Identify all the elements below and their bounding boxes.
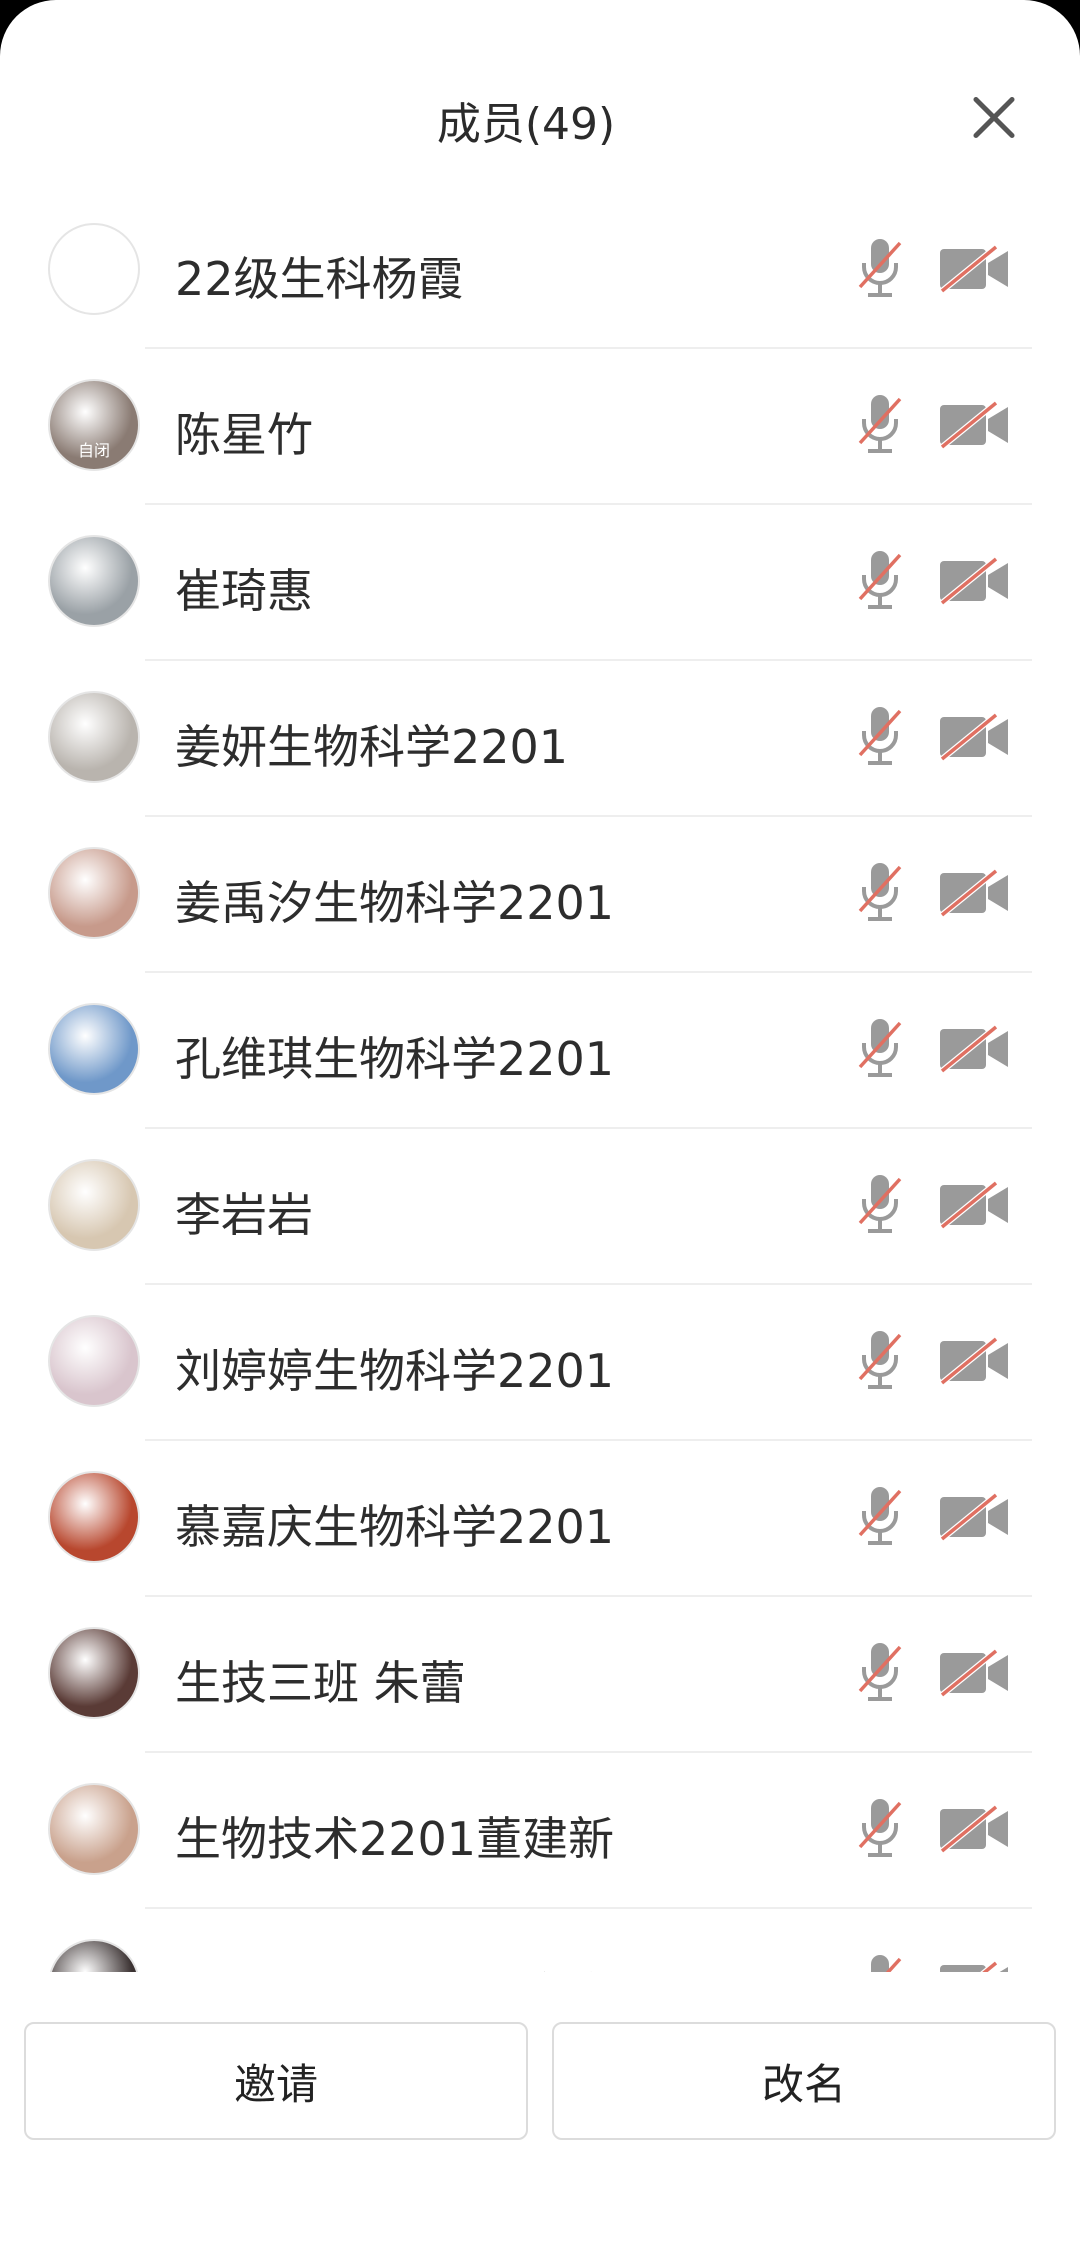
member-name: 姜妍生物科学2201: [175, 720, 569, 774]
member-row[interactable]: 孔维琪生物科学2201: [0, 973, 1080, 1129]
avatar: [48, 1003, 140, 1095]
member-row[interactable]: 崔琦惠: [0, 505, 1080, 661]
camera-off-icon: [938, 1180, 1010, 1230]
member-row[interactable]: 慕嘉庆生物科学2201: [0, 1441, 1080, 1597]
camera-off-icon: [938, 400, 1010, 450]
avatar: [48, 1159, 140, 1251]
camera-off-icon: [938, 1804, 1010, 1854]
invite-button[interactable]: 邀请: [24, 2022, 528, 2140]
camera-off-icon: [938, 1648, 1010, 1698]
member-row[interactable]: 生技三班 朱蕾: [0, 1597, 1080, 1753]
member-row[interactable]: 姜禹汐生物科学2201: [0, 817, 1080, 973]
member-row[interactable]: 生物技术2202张亦文: [0, 1909, 1080, 1973]
member-row[interactable]: 李岩岩: [0, 1129, 1080, 1285]
avatar-tag: 自闭: [77, 441, 110, 460]
member-name: 李岩岩: [175, 1188, 313, 1242]
page-title: 成员(49): [436, 99, 616, 150]
member-name: 崔琦惠: [175, 564, 313, 618]
member-row[interactable]: 刘婷婷生物科学2201: [0, 1285, 1080, 1441]
avatar: [48, 691, 140, 783]
camera-off-icon: [938, 244, 1010, 294]
mic-muted-icon: [858, 237, 902, 299]
rename-button[interactable]: 改名: [552, 2022, 1056, 2140]
camera-off-icon: [938, 556, 1010, 606]
mic-muted-icon: [858, 1953, 902, 1973]
avatar: [48, 223, 140, 315]
camera-off-icon: [938, 1492, 1010, 1542]
mic-muted-icon: [858, 1485, 902, 1547]
member-name: 陈星竹: [175, 408, 313, 462]
member-name: 生物技术2202张亦文: [175, 1959, 614, 1973]
avatar: [48, 535, 140, 627]
avatar: [48, 1627, 140, 1719]
member-name: 生技三班 朱蕾: [175, 1656, 466, 1710]
member-list[interactable]: 22级生科杨霞 自闭 陈星竹 崔琦惠 姜妍生物科学2201 姜禹汐生物科学2201…: [0, 193, 1080, 1973]
mic-muted-icon: [858, 705, 902, 767]
member-row[interactable]: 姜妍生物科学2201: [0, 661, 1080, 817]
camera-off-icon: [938, 712, 1010, 762]
avatar: [48, 1939, 140, 1973]
member-name: 22级生科杨霞: [175, 252, 464, 306]
member-name: 姜禹汐生物科学2201: [175, 876, 615, 930]
mic-muted-icon: [858, 1641, 902, 1703]
mic-muted-icon: [858, 1017, 902, 1079]
mic-muted-icon: [858, 1797, 902, 1859]
avatar: [48, 1315, 140, 1407]
member-name: 生物技术2201董建新: [175, 1812, 615, 1866]
avatar: [48, 1471, 140, 1563]
sheet-header: 成员(49): [0, 70, 1080, 160]
member-name: 孔维琪生物科学2201: [175, 1032, 615, 1086]
member-name: 刘婷婷生物科学2201: [175, 1344, 615, 1398]
close-icon[interactable]: [970, 94, 1018, 142]
mic-muted-icon: [858, 1329, 902, 1391]
member-row[interactable]: 22级生科杨霞: [0, 193, 1080, 349]
member-name: 慕嘉庆生物科学2201: [175, 1500, 615, 1554]
mic-muted-icon: [858, 861, 902, 923]
avatar: [48, 847, 140, 939]
mic-muted-icon: [858, 549, 902, 611]
mic-muted-icon: [858, 393, 902, 455]
member-row[interactable]: 自闭 陈星竹: [0, 349, 1080, 505]
mic-muted-icon: [858, 1173, 902, 1235]
camera-off-icon: [938, 868, 1010, 918]
avatar: [48, 1783, 140, 1875]
camera-off-icon: [938, 1024, 1010, 1074]
avatar: 自闭: [48, 379, 140, 471]
camera-off-icon: [938, 1336, 1010, 1386]
member-row[interactable]: 生物技术2201董建新: [0, 1753, 1080, 1909]
